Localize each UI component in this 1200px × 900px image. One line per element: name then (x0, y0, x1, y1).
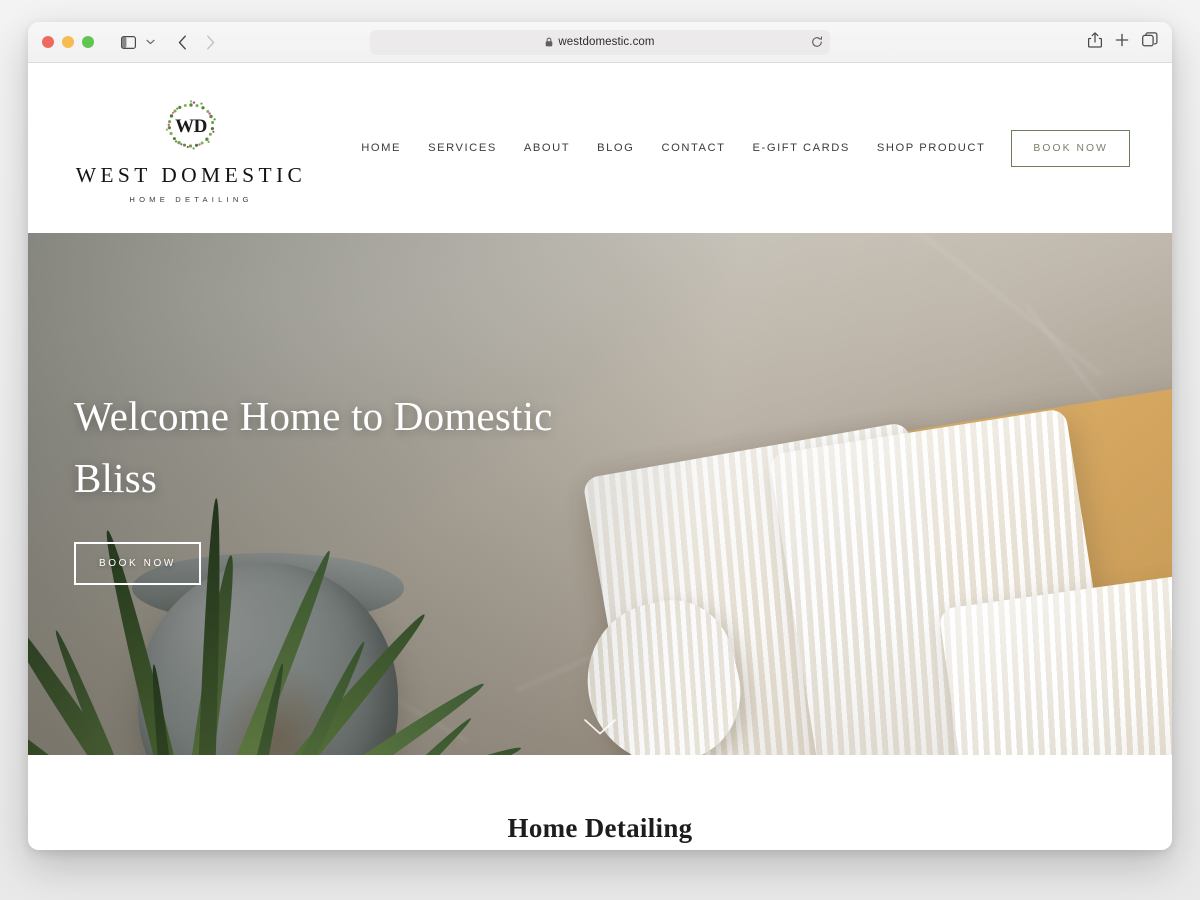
browser-window: westdomestic.com WD WEST DOMESTIC HOME D… (28, 22, 1172, 850)
share-icon[interactable] (1087, 31, 1103, 53)
address-bar[interactable]: westdomestic.com (370, 29, 830, 55)
toolbar-left-buttons (94, 29, 223, 55)
reload-icon[interactable] (811, 36, 823, 48)
chevron-down-icon[interactable] (142, 29, 158, 55)
plus-icon[interactable] (1115, 33, 1129, 52)
nav-item-services[interactable]: SERVICES (428, 142, 497, 154)
home-detailing-section: Home Detailing (28, 755, 1172, 850)
wreath-icon: WD (160, 96, 222, 158)
nav-item-blog[interactable]: BLOG (597, 142, 634, 154)
logo-monogram: WD (175, 116, 207, 138)
nav-item-contact[interactable]: CONTACT (661, 142, 725, 154)
web-page: WD WEST DOMESTIC HOME DETAILING HOME SER… (28, 63, 1172, 850)
close-window-button[interactable] (42, 36, 54, 48)
main-navigation: HOME SERVICES ABOUT BLOG CONTACT E-GIFT … (361, 129, 1130, 167)
brand-name: WEST DOMESTIC (75, 163, 307, 188)
nav-item-shop-product[interactable]: SHOP PRODUCT (877, 142, 986, 154)
header-book-now-button[interactable]: BOOK NOW (1011, 129, 1130, 167)
nav-item-home[interactable]: HOME (361, 142, 401, 154)
hero-book-now-button[interactable]: BOOK NOW (74, 541, 201, 585)
section-title: Home Detailing (507, 813, 693, 843)
toolbar-right-buttons (1087, 31, 1158, 53)
url-text: westdomestic.com (558, 36, 655, 48)
nav-links: HOME SERVICES ABOUT BLOG CONTACT E-GIFT … (361, 142, 985, 154)
lock-icon (545, 37, 553, 47)
nav-item-about[interactable]: ABOUT (524, 142, 570, 154)
site-logo[interactable]: WD WEST DOMESTIC HOME DETAILING (76, 92, 306, 204)
window-controls (42, 36, 94, 48)
back-button[interactable] (169, 29, 195, 55)
nav-item-e-gift-cards[interactable]: E-GIFT CARDS (753, 142, 850, 154)
hero-title: Welcome Home to Domestic Bliss (74, 393, 553, 502)
hero-content: Welcome Home to Domestic Bliss BOOK NOW (74, 385, 614, 585)
sidebar-icon[interactable] (115, 29, 141, 55)
maximize-window-button[interactable] (82, 36, 94, 48)
forward-button[interactable] (197, 29, 223, 55)
minimize-window-button[interactable] (62, 36, 74, 48)
hero-section: Welcome Home to Domestic Bliss BOOK NOW (28, 233, 1172, 755)
scroll-down-chevron-icon[interactable] (580, 715, 620, 739)
browser-toolbar: westdomestic.com (28, 22, 1172, 63)
copy-tabs-icon[interactable] (1142, 32, 1158, 52)
site-header: WD WEST DOMESTIC HOME DETAILING HOME SER… (28, 63, 1172, 233)
brand-tagline: HOME DETAILING (129, 194, 253, 204)
